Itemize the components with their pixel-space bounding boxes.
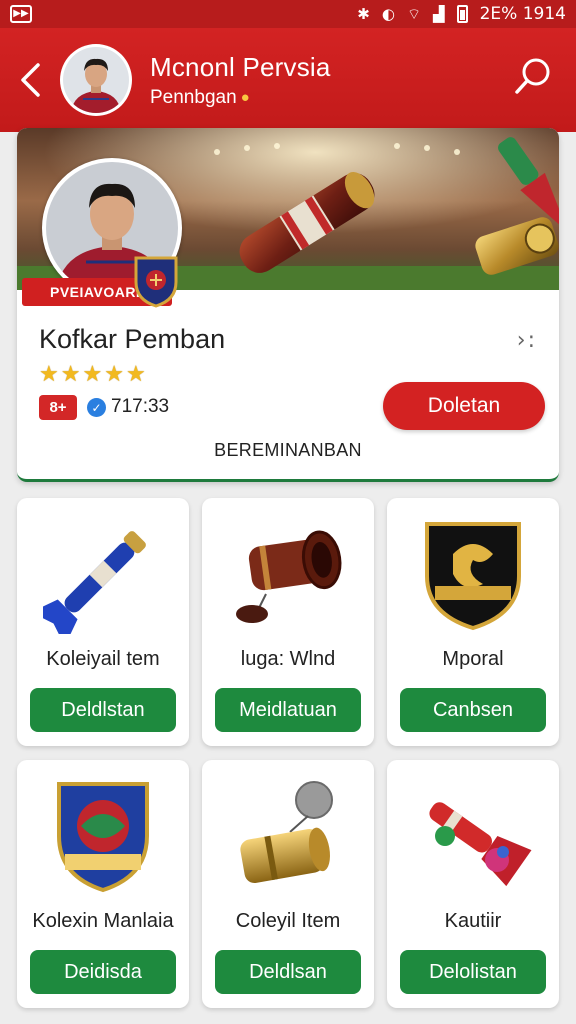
- profile-name: Kofkar Pemban: [39, 324, 226, 354]
- wifi-icon: ⌔: [406, 4, 422, 23]
- item-action-button[interactable]: Deidisda: [30, 950, 176, 994]
- item-card[interactable]: luga: Wlnd Meidlatuan: [202, 498, 374, 746]
- item-card[interactable]: Kolexin Manlaia Deidisda: [17, 760, 189, 1008]
- header-title: Mcnonl Pervsia: [150, 51, 331, 82]
- item-label: Koleiyail tem: [46, 648, 160, 670]
- club-crest-icon: [134, 256, 178, 308]
- gold-cylinder-icon: [240, 781, 333, 884]
- bluetooth-icon: ✱: [357, 5, 370, 23]
- app-header: Mcnonl Pervsia Pennbgan ●: [0, 28, 576, 132]
- item-card[interactable]: Koleiyail tem Deldlstan: [17, 498, 189, 746]
- item-card[interactable]: Kautiir Delolistan: [387, 760, 559, 1008]
- item-label: Coleyil Item: [235, 910, 341, 932]
- dragon-crest-icon: [425, 522, 521, 631]
- battery-icon: [456, 5, 468, 23]
- search-button[interactable]: [510, 52, 558, 100]
- more-chevron-icon[interactable]: ›:: [517, 328, 537, 353]
- header-avatar[interactable]: [60, 44, 132, 116]
- star-icon: ★: [104, 362, 124, 387]
- nfc-icon: ◐: [381, 5, 395, 23]
- item-action-button[interactable]: Canbsen: [400, 688, 546, 732]
- avatar-image: [63, 47, 129, 113]
- flame-icon: ●: [240, 89, 250, 106]
- item-image: [413, 776, 533, 896]
- item-image: [413, 514, 533, 634]
- item-action-button[interactable]: Deldlsan: [215, 950, 361, 994]
- profile-score: 717:33: [111, 396, 170, 417]
- status-text: 2E% 1914: [479, 4, 566, 24]
- star-icon: ★: [60, 362, 81, 387]
- header-subtitle: Pennbgan: [150, 86, 237, 108]
- red-rattle-icon: [429, 802, 532, 887]
- wooden-horn-icon: [236, 530, 342, 623]
- item-label: Mporal: [442, 648, 504, 670]
- red-green-crest-icon: [57, 782, 149, 893]
- primary-action-button[interactable]: Doletan: [383, 382, 545, 430]
- star-icon: ★: [82, 362, 103, 387]
- blue-scroll-icon: [43, 531, 146, 634]
- signal-icon: ▟: [433, 5, 445, 23]
- chevron-left-icon: [21, 63, 40, 97]
- item-image: [228, 514, 348, 634]
- item-action-button[interactable]: Deldlstan: [30, 688, 176, 732]
- item-card[interactable]: Mporal Canbsen: [387, 498, 559, 746]
- item-image: [228, 776, 348, 896]
- verified-check-icon: ✓: [87, 398, 106, 417]
- item-image: [43, 514, 163, 634]
- level-badge: 8+: [39, 395, 77, 420]
- item-label: Kautiir: [444, 910, 502, 932]
- item-card[interactable]: Coleyil Item Deldlsan: [202, 760, 374, 1008]
- profile-caption[interactable]: BEREMINANBAN: [17, 440, 559, 461]
- rating-stars: ★ ★ ★ ★ ★: [39, 362, 146, 387]
- item-label: luga: Wlnd: [240, 648, 336, 670]
- app-indicator-icon: ▶▶: [10, 5, 32, 23]
- back-button[interactable]: [0, 28, 60, 132]
- status-bar: ▶▶ ✱ ◐ ⌔ ▟ 2E% 1914: [0, 0, 576, 28]
- item-action-button[interactable]: Meidlatuan: [215, 688, 361, 732]
- search-icon: [515, 58, 550, 94]
- profile-card: PVEIAVOARI Kofkar Pemban ›: ★ ★ ★ ★ ★ 8+…: [17, 128, 559, 482]
- item-image: [43, 776, 163, 896]
- star-icon: ★: [125, 362, 146, 387]
- item-action-button[interactable]: Delolistan: [400, 950, 546, 994]
- item-label: Kolexin Manlaia: [32, 910, 174, 932]
- star-icon: ★: [39, 362, 59, 387]
